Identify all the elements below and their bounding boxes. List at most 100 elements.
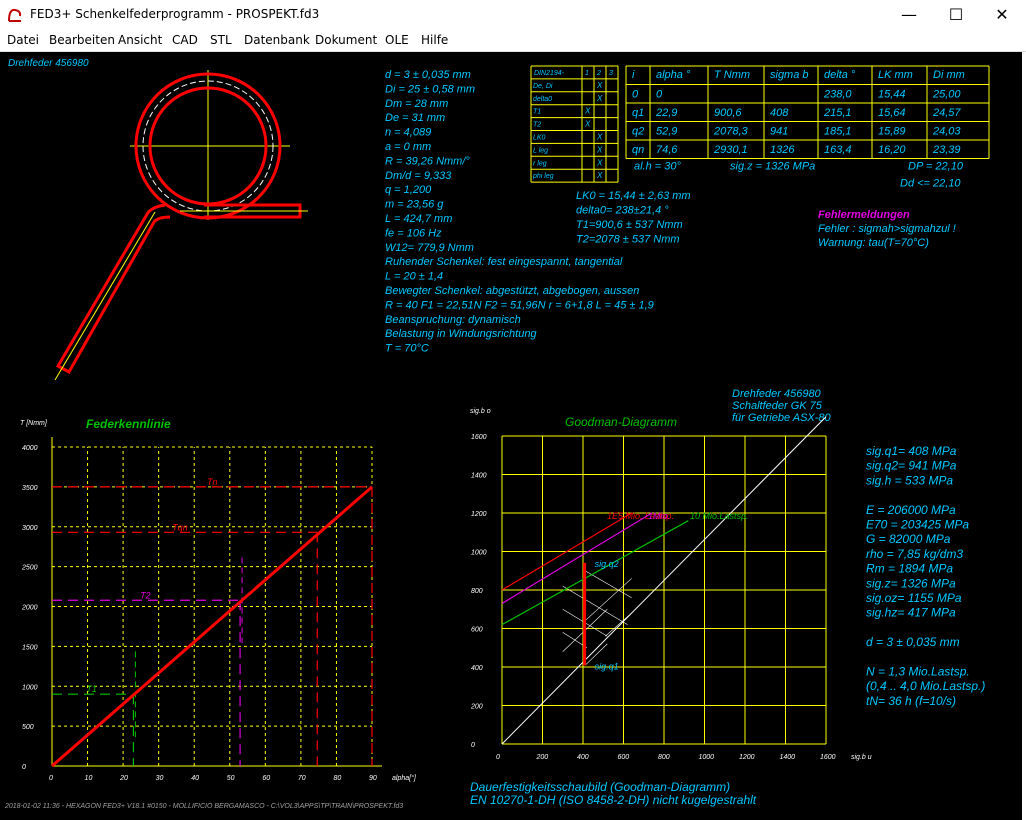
din-check: X [596,94,603,103]
chart2-series-line [501,520,689,626]
spring-characteristic-chart: 0 10 20 30 40 50 60 70 80 90 0 500 1000 1500 2000 2500 3… [20,417,417,782]
menu-hilfe[interactable]: Hilfe [421,33,448,47]
chart2-ytick: 600 [471,627,483,634]
menu-bar: Datei Bearbeiten Ansicht CAD STL Datenba… [0,31,1026,52]
chart2-xtick: 800 [658,754,670,761]
din-row-label: De, Di [533,83,553,90]
chart2-xtick: 1000 [699,754,715,761]
chart2-ytick: 800 [471,588,483,595]
material-line: sig.q1= 408 MPa [866,444,957,458]
chart1-ytick: 3000 [22,525,38,532]
din-header-cell: 2 [596,70,601,77]
din-check: X [596,145,603,154]
chart1-xtick: 0 [49,775,53,782]
din-row-label: T1 [533,109,541,116]
parameter-line: n = 4,089 [385,127,431,139]
material-line: sig.h = 533 MPa [866,473,953,487]
load-footer-right1: DP = 22,10 [908,161,964,173]
parameter-line: Ruhender Schenkel: fest eingespannt, tan… [385,256,623,268]
chart2-ylabel: sig.b o [470,408,491,415]
load-cell: 15,89 [878,126,906,138]
din-check: X [596,171,603,180]
din-row-label: phi leg [532,173,554,180]
load-cell: 0 [656,89,663,101]
chart1-xtick: 70 [298,775,306,782]
chart1-xtick: 50 [227,775,235,782]
load-footer-right2: Dd <= 22,10 [900,178,961,190]
chart1-marker-label: Tqn [172,522,188,532]
chart2-series-label: 1Mio. [648,511,670,521]
app-icon [7,7,23,23]
chart1-ytick: 0 [22,764,26,771]
chart2-ytick: 1600 [471,434,487,441]
load-cell: 23,39 [932,144,961,156]
chart2-hatch [562,585,628,625]
load-cell: 900,6 [714,107,742,119]
load-cell: qn [632,144,644,156]
close-button[interactable]: ✕ [979,0,1025,31]
load-header-cell: sigma b [770,69,809,81]
chart1-ytick: 4000 [22,445,38,452]
menu-dokument[interactable]: Dokument [315,33,377,47]
chart2-annotation: sig.q2 [595,559,619,569]
load-cell: 2930,1 [713,144,748,156]
load-header-cell: delta ° [824,69,856,81]
parameter-line: a = 0 mm [385,141,431,153]
chart1-series-line [51,485,373,768]
menu-cad[interactable]: CAD [172,33,198,47]
material-line: tN= 36 h (f=10/s) [866,694,956,708]
chart2-header-line: Schaltfeder GK 75 [732,400,823,412]
scroll-edge [1022,52,1026,820]
din-header-cell: 3 [609,70,613,77]
menu-ole[interactable]: OLE [385,33,409,47]
chart2-header-line: für Getriebe ASX-80 [732,412,832,424]
load-cell: 408 [770,107,789,119]
chart2-header-line: Drehfeder 456980 [732,388,822,400]
chart1-ytick: 3500 [22,485,38,492]
minimize-button[interactable]: — [886,0,932,31]
menu-datenbank[interactable]: Datenbank [244,33,310,47]
parameter-line: Di = 25 ± 0,58 mm [385,83,475,95]
chart2-series-label: 10 Mio.Lastsp. [690,511,749,521]
chart1-xtick: 20 [119,775,128,782]
din-check: X [584,107,591,116]
menu-stl[interactable]: STL [210,33,232,47]
load-cell: 25,00 [932,89,961,101]
chart2-xlabel: sig.b u [851,754,872,761]
chart1-xtick: 60 [262,775,270,782]
material-line: E70 = 203425 MPa [866,518,969,532]
parameter-line: W12= 779,9 Nmm [385,242,474,254]
load-cell: q1 [632,107,644,119]
material-line: Rm = 1894 MPa [866,562,953,576]
menu-datei[interactable]: Datei [7,33,39,47]
material-line: d = 3 ± 0,035 mm [866,635,960,649]
load-header-cell: alpha ° [656,69,691,81]
menu-ansicht[interactable]: Ansicht [118,33,162,47]
chart1-ytick: 500 [22,724,34,731]
load-cell: 941 [770,126,788,138]
load-header-cell: T Nmm [714,69,750,81]
chart2-xtick: 1600 [820,754,836,761]
parameter-line: R = 40 F1 = 22,51N F2 = 51,96N r = 6+1,8… [385,299,654,311]
load-cell: 16,20 [878,144,906,156]
parameter-line: Belastung in Windungsrichtung [385,328,537,340]
material-line: sig.oz= 1155 MPa [866,591,962,605]
drawing-canvas[interactable]: Drehfeder 456980 d = 3 ± 0,035 mm Di = 25… [0,52,1026,820]
maximize-button[interactable]: ☐ [933,0,979,31]
canvas-svg: Drehfeder 456980 d = 3 ± 0,035 mm Di = 25… [4,58,990,810]
din-check: X [596,81,603,90]
load-header-cell: LK mm [878,69,913,81]
bent-leg-axis [54,211,156,381]
chart2-xtick: 1200 [739,754,755,761]
chart1-xtick: 90 [369,775,377,782]
load-cell: 15,44 [878,89,906,101]
parameter-line: R = 39,26 Nmm/° [385,155,470,167]
din-row-label: r leg [533,160,547,167]
load-cell: 238,0 [823,89,852,101]
chart1-title: Federkennlinie [86,417,171,431]
chart2-ytick: 0 [471,742,475,749]
parameter-line: m = 23,56 g [385,199,444,211]
load-table: i alpha ° T Nmm sigma b delta ° LK mm Di mm 0 0 2… [625,65,990,190]
chart2-annotation: sig.q1 [595,661,619,671]
menu-bearbeiten[interactable]: Bearbeiten [49,33,115,47]
